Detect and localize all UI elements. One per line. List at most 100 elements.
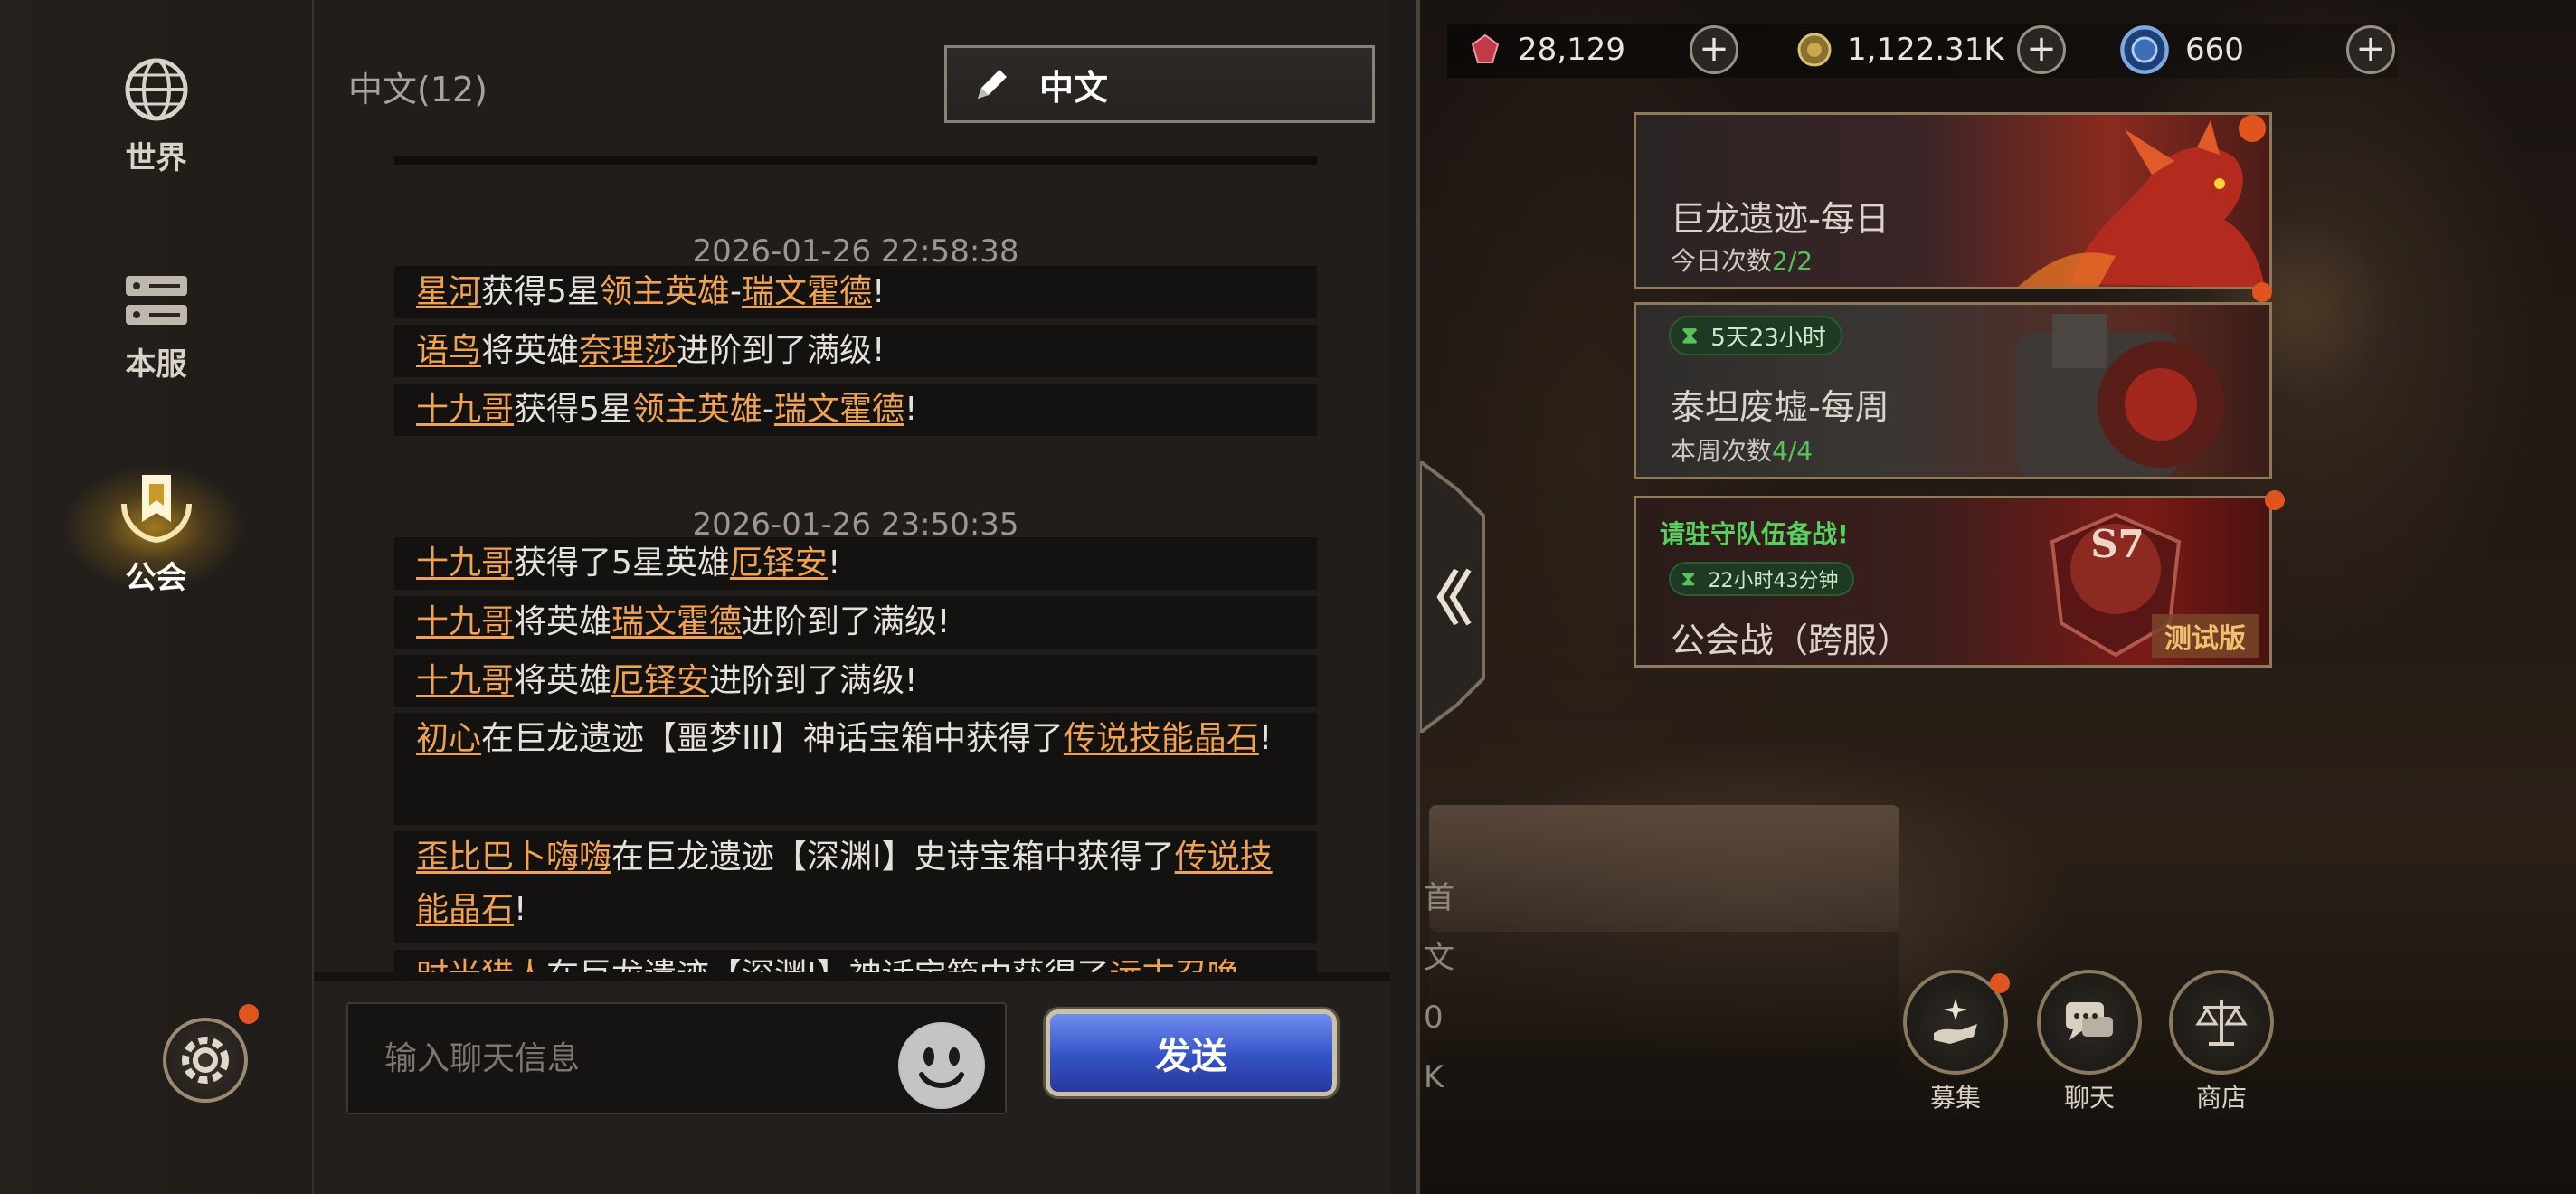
chat-bubble-icon	[2066, 1002, 2113, 1040]
message-text: 进阶到了满级!	[677, 332, 886, 369]
hourglass-icon: ⧗	[1681, 567, 1696, 591]
message-text: 在巨龙遗迹【噩梦III】神话宝箱中获得了	[481, 720, 1064, 757]
player-or-hero-link[interactable]: 传说技能晶石	[1064, 720, 1259, 757]
event-timer: ⧗ 22小时43分钟	[1669, 562, 1855, 596]
background-hidden-text: 首文0K	[1424, 880, 1454, 1095]
message-text: 在巨龙遗迹【深渊Ⅰ】史诗宝箱中获得了	[611, 839, 1175, 876]
blue-medal-icon	[2120, 25, 2169, 74]
message-text: !	[827, 545, 841, 582]
message-text: 获得了5星英雄	[514, 545, 730, 582]
event-timer: ⧗ 5天23小时	[1669, 316, 1842, 355]
channel-tab-server[interactable]: 本服	[0, 255, 312, 400]
add-gems-button[interactable]: +	[1690, 25, 1738, 74]
emoji-button[interactable]	[898, 1022, 985, 1109]
settings-button[interactable]	[163, 1018, 248, 1103]
message-text: 将英雄	[481, 332, 580, 369]
notification-dot	[1990, 973, 2010, 993]
event-title: 泰坦废墟-每周	[1671, 387, 1889, 427]
collapse-chat-button[interactable]	[1420, 461, 1497, 733]
add-gold-button[interactable]: +	[2017, 25, 2066, 74]
channel-tab-guild[interactable]: 公会	[0, 460, 312, 604]
player-or-hero-link[interactable]: 十九哥	[416, 545, 514, 582]
chat-message: 十九哥将英雄厄铎安进阶到了满级!	[394, 655, 1317, 707]
event-title: 巨龙遗迹-每日	[1671, 199, 1889, 239]
message-timestamp: 2026-01-26 22:58:38	[692, 233, 1019, 270]
player-or-hero-link[interactable]: 十九哥	[416, 662, 514, 699]
channel-title: 中文(12)	[348, 70, 488, 109]
player-or-hero-link[interactable]: 星河	[416, 273, 481, 310]
globe-icon	[125, 58, 187, 120]
season-badge: S7	[2090, 522, 2145, 566]
player-or-hero-link[interactable]: 瑞文霍德	[774, 391, 904, 428]
send-button[interactable]: 发送	[1046, 1009, 1337, 1096]
player-or-hero-link[interactable]: 奈理莎	[579, 332, 677, 369]
event-card-dragon-ruins[interactable]: 巨龙遗迹-每日 今日次数2/2	[1634, 112, 2272, 289]
message-text: 进阶到了满级!	[709, 662, 918, 699]
pencil-icon	[978, 70, 1007, 99]
event-notice: 请驻守队伍备战!	[1660, 519, 1849, 549]
player-or-hero-link[interactable]: 厄铎安	[611, 662, 709, 699]
chat-divider	[394, 156, 1317, 165]
recruit-label: 募集	[1929, 1083, 1981, 1113]
gear-icon	[182, 1037, 229, 1084]
resource-medals: 660	[2118, 25, 2244, 74]
chat-message: 初心在巨龙遗迹【噩梦III】神话宝箱中获得了传说技能晶石!	[394, 713, 1317, 825]
message-text: 领主英雄	[599, 273, 730, 310]
chat-message: 十九哥将英雄瑞文霍德进阶到了满级!	[394, 596, 1317, 649]
message-text: !	[871, 273, 886, 310]
background-table-side	[1429, 932, 1899, 1076]
resource-gems: 28,129	[1467, 27, 1625, 72]
player-or-hero-link[interactable]: 瑞文霍德	[611, 603, 742, 640]
message-text: 获得5星	[481, 273, 600, 310]
notification-dot	[239, 1004, 259, 1024]
player-or-hero-link[interactable]: 十九哥	[416, 391, 514, 428]
event-count: 今日次数2/2	[1671, 246, 1814, 276]
notification-dot	[2252, 282, 2272, 302]
chat-message: 十九哥获得5星领主英雄-瑞文霍德!	[394, 384, 1317, 436]
chat-label: 聊天	[2063, 1083, 2115, 1113]
player-or-hero-link[interactable]: 歪比巴卜嗨嗨	[416, 839, 611, 876]
event-count: 本周次数4/4	[1671, 436, 1814, 466]
test-version-tag: 测试版	[2152, 614, 2259, 658]
shop-button[interactable]	[2169, 970, 2274, 1075]
player-or-hero-link[interactable]: 十九哥	[416, 603, 514, 640]
chat-bottom-edge	[314, 972, 1390, 981]
player-or-hero-link[interactable]: 语鸟	[416, 332, 481, 369]
message-text: !	[1258, 720, 1273, 757]
message-text: -	[762, 391, 774, 428]
chat-message: 十九哥获得了5星英雄厄铎安!	[394, 537, 1317, 590]
message-text: 获得5星	[514, 391, 632, 428]
chat-message: 语鸟将英雄奈理莎进阶到了满级!	[394, 325, 1317, 377]
chat-message: 歪比巴卜嗨嗨在巨龙遗迹【深渊Ⅰ】史诗宝箱中获得了传说技能晶石!	[394, 831, 1317, 943]
chat-message-area[interactable]	[314, 0, 1390, 977]
language-select-button[interactable]: 中文	[944, 45, 1375, 123]
guild-emblem-icon	[120, 474, 192, 543]
message-text: 领主英雄	[631, 391, 762, 428]
shop-label: 商店	[2195, 1083, 2247, 1113]
event-card-titan-ruins[interactable]: ⧗ 5天23小时 泰坦废墟-每周 本周次数4/4	[1634, 302, 2272, 479]
player-or-hero-link[interactable]: 初心	[416, 720, 481, 757]
message-text: !	[514, 891, 527, 928]
gold-coin-icon	[1797, 33, 1832, 67]
event-title: 公会战（跨服）	[1671, 621, 1912, 660]
chat-message: 星河获得5星领主英雄-瑞文霍德!	[394, 266, 1317, 318]
chat-button[interactable]	[2037, 970, 2142, 1075]
titan-machine-icon	[2016, 314, 2224, 477]
notification-dot	[2265, 490, 2285, 510]
player-or-hero-link[interactable]: 瑞文霍德	[742, 273, 872, 310]
background-table	[1429, 805, 1899, 932]
recruit-icon	[1934, 999, 1977, 1044]
scales-icon	[2195, 1000, 2248, 1046]
resource-gold: 1,122.31K	[1796, 27, 2004, 72]
message-text: 进阶到了满级!	[742, 603, 951, 640]
message-text: 将英雄	[514, 662, 612, 699]
red-dragon-icon	[2018, 120, 2265, 287]
hourglass-icon: ⧗	[1681, 321, 1699, 349]
gift-badge-icon	[2239, 115, 2266, 142]
event-card-guild-war[interactable]: S7 请驻守队伍备战! ⧗ 22小时43分钟 公会战（跨服） 测试版	[1634, 496, 2272, 668]
add-medals-button[interactable]: +	[2346, 25, 2395, 74]
player-or-hero-link[interactable]: 厄铎安	[730, 545, 828, 582]
channel-tab-world[interactable]: 世界	[0, 43, 312, 188]
message-text: 将英雄	[514, 603, 612, 640]
red-gem-icon	[1471, 33, 1500, 63]
